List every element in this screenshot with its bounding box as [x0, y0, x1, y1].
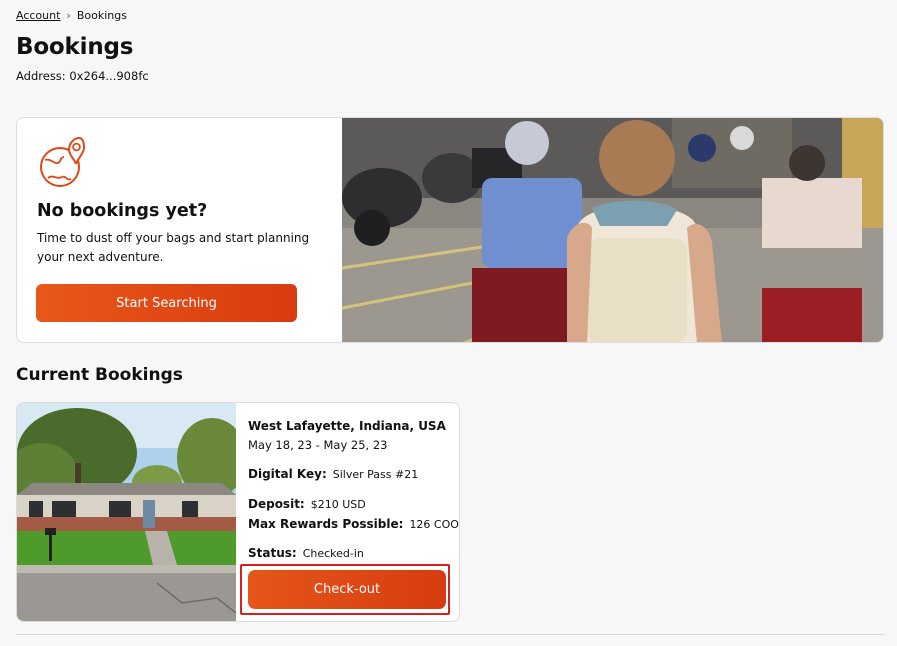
deposit-value: $210 USD	[310, 498, 366, 511]
property-image	[17, 403, 236, 621]
max-rewards-value: 126 COOP	[409, 518, 460, 531]
no-bookings-panel: No bookings yet? Time to dust off your b…	[17, 118, 342, 342]
check-out-button[interactable]: Check-out	[248, 570, 446, 609]
booking-dates: May 18, 23 - May 25, 23	[248, 438, 388, 452]
digital-key-row: Digital Key: Silver Pass #21	[248, 467, 418, 481]
no-bookings-description: Time to dust off your bags and start pla…	[37, 231, 310, 264]
start-searching-button[interactable]: Start Searching	[36, 284, 297, 322]
deposit-label: Deposit:	[248, 497, 305, 511]
status-value: Checked-in	[302, 547, 364, 560]
globe-location-icon	[40, 136, 85, 187]
no-bookings-heading: No bookings yet?	[37, 201, 208, 221]
digital-key-label: Digital Key:	[248, 467, 327, 481]
breadcrumb: Account › Bookings	[16, 9, 127, 22]
max-rewards-row: Max Rewards Possible: 126 COOP	[248, 517, 460, 531]
breadcrumb-account-link[interactable]: Account	[16, 9, 60, 22]
booking-location: West Lafayette, Indiana, USA	[248, 419, 446, 433]
current-bookings-title: Current Bookings	[16, 365, 183, 385]
status-row: Status: Checked-in	[248, 546, 364, 560]
max-rewards-label: Max Rewards Possible:	[248, 517, 404, 531]
page-title: Bookings	[16, 34, 134, 60]
status-label: Status:	[248, 546, 297, 560]
section-divider	[16, 634, 884, 635]
no-bookings-card: No bookings yet? Time to dust off your b…	[16, 117, 884, 343]
booking-card: West Lafayette, Indiana, USA May 18, 23 …	[16, 402, 460, 622]
deposit-row: Deposit: $210 USD	[248, 497, 366, 511]
breadcrumb-separator: ›	[66, 9, 71, 22]
breadcrumb-current: Bookings	[76, 9, 127, 22]
travel-scooters-image	[342, 118, 883, 342]
wallet-address: Address: 0x264...908fc	[16, 69, 149, 83]
digital-key-value: Silver Pass #21	[332, 468, 419, 481]
